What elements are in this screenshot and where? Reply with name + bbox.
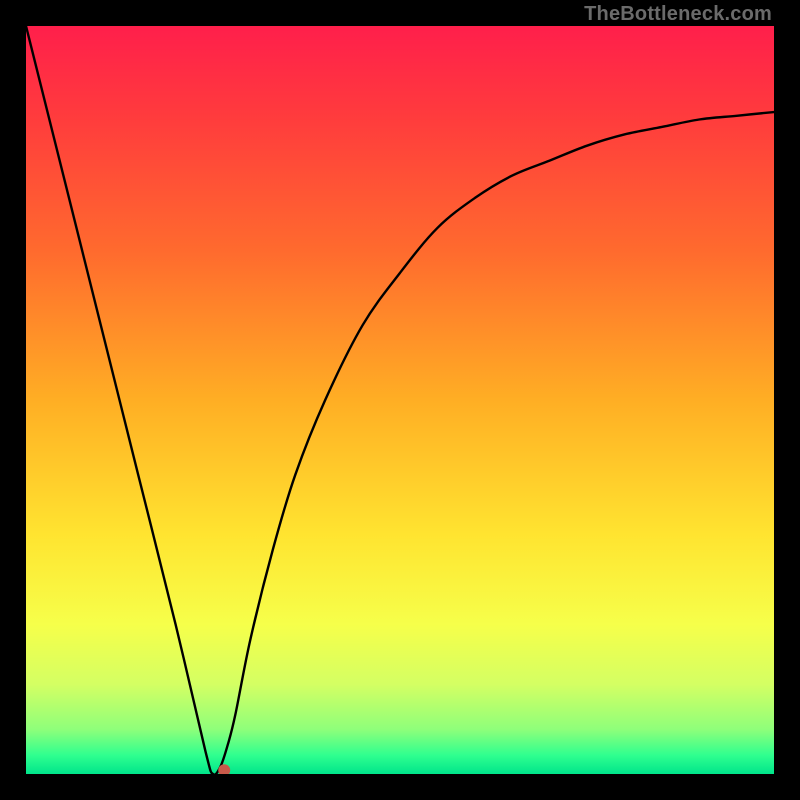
chart-background xyxy=(26,26,774,774)
bottleneck-chart xyxy=(26,26,774,774)
watermark-text: TheBottleneck.com xyxy=(584,3,772,26)
chart-frame xyxy=(26,26,774,774)
